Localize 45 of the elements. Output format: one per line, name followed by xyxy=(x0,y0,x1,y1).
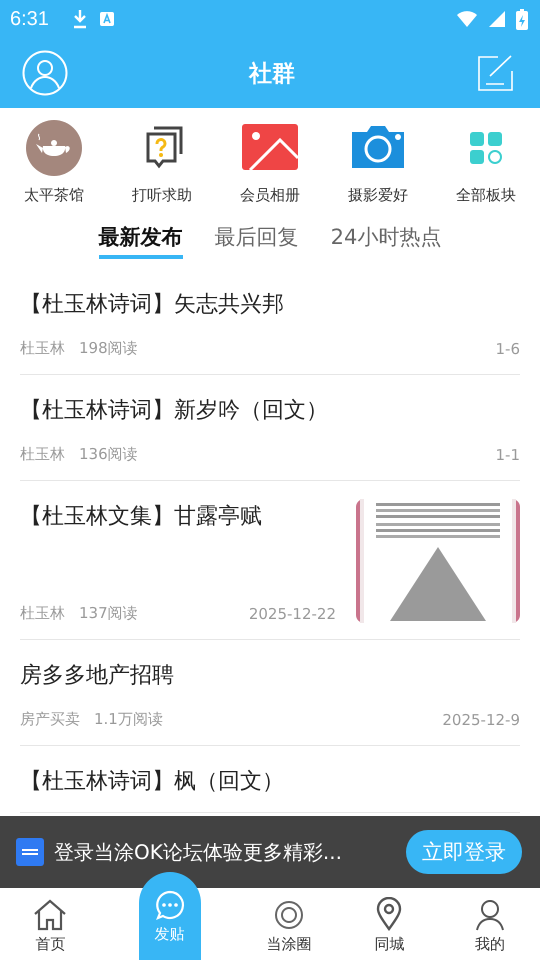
wifi-icon xyxy=(456,10,478,28)
category-item[interactable]: 打听求助 xyxy=(108,120,216,205)
post-date: 2025-12-22 xyxy=(248,604,336,622)
status-time: 6:31 xyxy=(10,8,49,30)
nav-item[interactable]: 同城 xyxy=(339,888,440,960)
post-date: 2025-12-9 xyxy=(442,710,520,728)
location-icon xyxy=(376,897,402,931)
signal-icon xyxy=(488,10,506,28)
post-author: 杜玉林 xyxy=(20,445,65,464)
avatar-icon[interactable] xyxy=(22,50,68,96)
battery-icon xyxy=(516,8,528,30)
banner-text: 登录当涂OK论坛体验更多精彩... xyxy=(54,838,342,866)
feed-tab[interactable]: 最后回复 xyxy=(214,223,299,259)
page-title: 社群 xyxy=(249,60,295,88)
post-date: 1-6 xyxy=(496,340,520,358)
post-date: 1-1 xyxy=(496,446,520,464)
feed-tab[interactable]: 最新发布 xyxy=(98,223,183,259)
post-title[interactable]: 【杜玉林诗词】新岁吟（回文） xyxy=(20,391,520,425)
category-item[interactable]: 太平茶馆 xyxy=(0,120,108,205)
read-count: 1.1万阅读 xyxy=(94,710,163,729)
post-title[interactable]: 【杜玉林诗词】枫（回文） xyxy=(20,762,520,796)
post-title[interactable]: 房多多地产招聘 xyxy=(20,656,520,690)
read-count: 198阅读 xyxy=(79,339,138,358)
home-icon xyxy=(32,899,68,931)
nav-item[interactable]: 我的 xyxy=(440,888,540,960)
category-item[interactable]: 全部板块 xyxy=(432,120,540,205)
read-count: 136阅读 xyxy=(79,445,138,464)
post-author: 杜玉林 xyxy=(20,339,65,358)
read-count: 137阅读 xyxy=(79,604,138,623)
nav-item[interactable]: 当涂圈 xyxy=(238,888,339,960)
teapot-icon xyxy=(26,120,82,176)
feed-tab[interactable]: 24小时热点 xyxy=(330,223,442,259)
target-icon xyxy=(272,899,305,931)
post-title[interactable]: 【杜玉林文集】甘露亭赋 xyxy=(20,497,336,531)
notification-icon xyxy=(98,11,115,27)
compose-icon[interactable] xyxy=(476,54,514,92)
app-logo-icon xyxy=(16,838,44,866)
chat-icon xyxy=(154,888,186,920)
post-author: 房产买卖 xyxy=(20,710,80,729)
post-author: 杜玉林 xyxy=(20,604,65,623)
person-icon xyxy=(474,899,505,931)
category-item[interactable]: 摄影爱好 xyxy=(324,120,432,205)
nav-item[interactable]: 首页 xyxy=(0,888,100,960)
category-item[interactable]: 会员相册 xyxy=(216,120,324,205)
post-title[interactable]: 【杜玉林诗词】矢志共兴邦 xyxy=(20,285,520,319)
